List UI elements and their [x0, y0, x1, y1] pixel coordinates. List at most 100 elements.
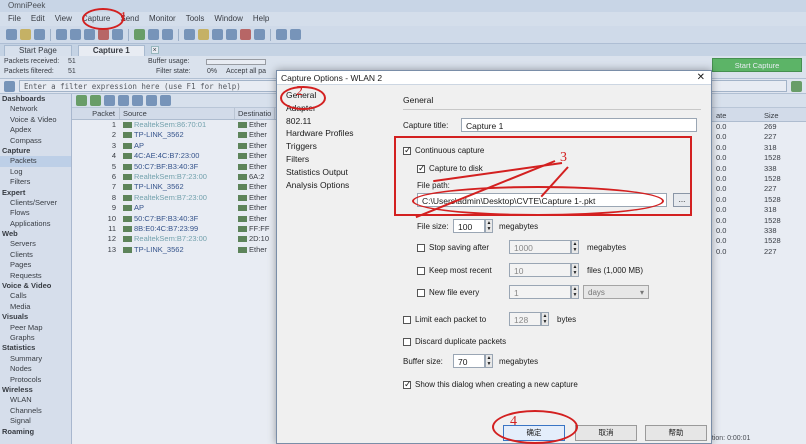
filter-icon[interactable] [148, 29, 159, 40]
sidebar-group[interactable]: Statistics [0, 343, 71, 353]
copy-icon[interactable] [70, 29, 81, 40]
stop-saving-input[interactable]: 1000 [509, 240, 571, 254]
stop-saving-checkbox[interactable] [417, 244, 425, 252]
sidebar-item[interactable]: Nodes [0, 364, 71, 374]
sidebar-item[interactable]: Servers [0, 239, 71, 249]
info-icon[interactable] [290, 29, 301, 40]
sidebar-item[interactable]: Summary [0, 354, 71, 364]
sidebar-group[interactable]: Visuals [0, 312, 71, 322]
sidebar-group[interactable]: Expert [0, 188, 71, 198]
dialog-nav-filters[interactable]: Filters [283, 153, 387, 166]
filter-icon[interactable] [160, 95, 171, 106]
sidebar-group[interactable]: Web [0, 229, 71, 239]
alarm-icon[interactable] [198, 29, 209, 40]
stop-saving-spinner[interactable]: ▲ ▼ [571, 240, 579, 254]
stats-icon[interactable] [254, 29, 265, 40]
sidebar-item[interactable]: Media [0, 302, 71, 312]
sidebar-item[interactable]: Channels [0, 406, 71, 416]
menu-item-help[interactable]: Help [253, 14, 269, 24]
tab-capture-1[interactable]: Capture 1 [77, 44, 145, 56]
find-icon[interactable] [112, 29, 123, 40]
sidebar-item[interactable]: Network [0, 104, 71, 114]
tab-start-page[interactable]: Start Page [4, 44, 72, 56]
capture-icon[interactable] [134, 29, 145, 40]
delete-icon[interactable] [98, 29, 109, 40]
close-icon[interactable]: ✕ [697, 72, 705, 83]
menu-item-tools[interactable]: Tools [186, 14, 205, 24]
menu-item-window[interactable]: Window [214, 14, 242, 24]
keep-recent-spinner[interactable]: ▲ ▼ [571, 263, 579, 277]
forward-icon[interactable] [90, 95, 101, 106]
sidebar-item[interactable]: Apdex [0, 125, 71, 135]
menu-item-edit[interactable]: Edit [31, 14, 45, 24]
menu-item-monitor[interactable]: Monitor [149, 14, 176, 24]
buffer-size-input[interactable]: 70 [453, 354, 485, 368]
menu-item-file[interactable]: File [8, 14, 21, 24]
limit-packet-input[interactable]: 128 [509, 312, 541, 326]
sidebar-item[interactable]: Protocols [0, 375, 71, 385]
limit-packet-spinner[interactable]: ▲ ▼ [541, 312, 549, 326]
sidebar-item[interactable]: Voice & Video [0, 115, 71, 125]
columns-icon[interactable] [118, 95, 129, 106]
sidebar-item[interactable]: Clients [0, 250, 71, 260]
new-file-checkbox[interactable] [417, 289, 425, 297]
show-dialog-checkbox[interactable] [403, 379, 412, 390]
sidebar-item[interactable]: Compass [0, 136, 71, 146]
sidebar-group[interactable]: Wireless [0, 385, 71, 395]
settings-icon[interactable] [162, 29, 173, 40]
buffer-size-spinner[interactable]: ▲ ▼ [485, 354, 493, 368]
sidebar-item[interactable]: Applications [0, 219, 71, 229]
save-icon[interactable] [34, 29, 45, 40]
sidebar-item[interactable]: Signal [0, 416, 71, 426]
dialog-nav-hardware-profiles[interactable]: Hardware Profiles [283, 127, 387, 140]
sidebar-item[interactable]: Pages [0, 260, 71, 270]
sidebar-item[interactable]: Peer Map [0, 323, 71, 333]
new-file-unit-select[interactable]: days ▾ [583, 285, 649, 299]
print-icon[interactable] [56, 29, 67, 40]
sidebar-item[interactable]: Packets [0, 156, 71, 167]
wireless-icon[interactable] [226, 29, 237, 40]
sidebar-item[interactable]: Clients/Server [0, 198, 71, 208]
dialog-nav-analysis-options[interactable]: Analysis Options [283, 179, 387, 192]
sidebar-item[interactable]: Graphs [0, 333, 71, 343]
column-packet[interactable]: Packet [72, 108, 120, 119]
graph-icon[interactable] [184, 29, 195, 40]
new-file-input[interactable]: 1 [509, 285, 571, 299]
column-destination[interactable]: Destinatio [235, 108, 275, 119]
menu-item-view[interactable]: View [55, 14, 72, 24]
sidebar-item[interactable]: Requests [0, 271, 71, 281]
zoom-icon[interactable] [146, 95, 157, 106]
sidebar-group[interactable]: Dashboards [0, 94, 71, 104]
sidebar-group[interactable]: Capture [0, 146, 71, 156]
open-icon[interactable] [20, 29, 31, 40]
file-size-input[interactable]: 100 [453, 219, 485, 233]
keep-recent-input[interactable]: 10 [509, 263, 571, 277]
apply-filter-icon[interactable] [791, 80, 802, 92]
help-icon[interactable] [276, 29, 287, 40]
dialog-nav-802-11[interactable]: 802.11 [283, 115, 387, 128]
sidebar-item[interactable]: Calls [0, 291, 71, 301]
sidebar-group[interactable]: Voice & Video [0, 281, 71, 291]
help-button[interactable]: 帮助 [645, 425, 707, 441]
back-icon[interactable] [76, 95, 87, 106]
limit-packet-checkbox[interactable] [403, 316, 411, 324]
new-file-spinner[interactable]: ▲ ▼ [571, 285, 579, 299]
filter-funnel-icon[interactable] [4, 80, 15, 92]
discard-duplicates-checkbox[interactable] [403, 338, 411, 346]
network-icon[interactable] [212, 29, 223, 40]
sidebar-item[interactable]: Flows [0, 208, 71, 218]
keep-recent-checkbox[interactable] [417, 267, 425, 275]
view-icon[interactable] [104, 95, 115, 106]
sidebar-item[interactable]: Filters [0, 177, 71, 187]
new-icon[interactable] [6, 29, 17, 40]
paste-icon[interactable] [84, 29, 95, 40]
wifi-icon[interactable] [240, 29, 251, 40]
dialog-nav-triggers[interactable]: Triggers [283, 140, 387, 153]
sidebar-group[interactable]: Roaming [0, 427, 71, 437]
sidebar-item[interactable]: WLAN [0, 395, 71, 405]
dialog-nav-statistics-output[interactable]: Statistics Output [283, 166, 387, 179]
capture-title-input[interactable]: Capture 1 [461, 118, 697, 132]
start-capture-button[interactable]: Start Capture [712, 58, 802, 72]
file-size-spinner[interactable]: ▲ ▼ [485, 219, 493, 233]
decode-icon[interactable] [132, 95, 143, 106]
